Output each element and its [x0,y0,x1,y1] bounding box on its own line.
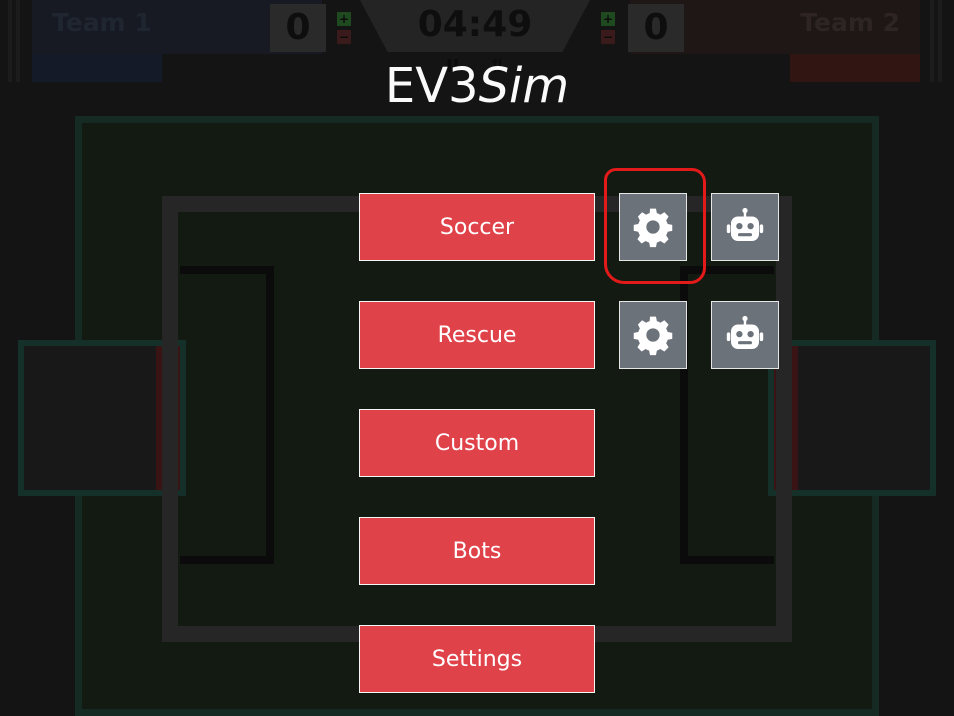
robot-icon [726,207,764,241]
app-title-prefix: EV3 [384,58,479,114]
settings-button[interactable]: Settings [359,625,595,693]
bots-button[interactable]: Bots [359,517,595,585]
timer-panel: 04:49 [360,0,590,52]
team2-score: 0 [628,4,684,52]
app-title: EV3Sim [0,58,954,114]
team2-minus-button[interactable]: − [601,30,615,44]
match-timer: 04:49 [417,4,533,45]
app-title-suffix: Sim [478,58,570,114]
team2-name: Team 2 [800,8,900,37]
soccer-button[interactable]: Soccer [359,193,595,261]
team1-score: 0 [270,4,326,52]
team1-name: Team 1 [52,8,152,37]
team2-plus-button[interactable]: + [601,12,615,26]
rescue-button[interactable]: Rescue [359,301,595,369]
left-penalty-area [180,266,274,564]
rescue-settings-button[interactable] [619,301,687,369]
gear-icon [633,316,673,356]
rescue-bots-button[interactable] [711,301,779,369]
soccer-bots-button[interactable] [711,193,779,261]
custom-button[interactable]: Custom [359,409,595,477]
team1-plus-button[interactable]: + [337,12,351,26]
robot-icon [726,315,764,349]
team1-minus-button[interactable]: − [337,30,351,44]
annotation-highlight-circle [604,168,706,284]
